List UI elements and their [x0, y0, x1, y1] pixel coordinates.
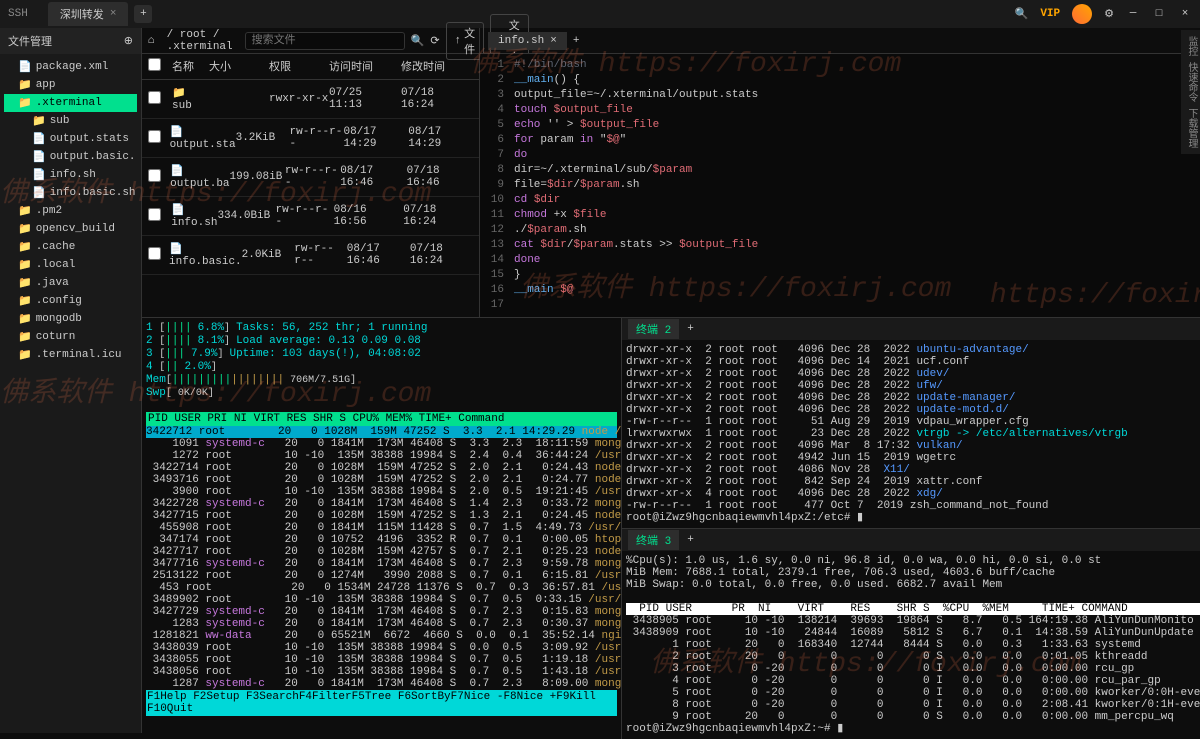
tree-item[interactable]: 📄 package.xml [4, 58, 137, 76]
titlebar: SSH 深圳转发 × + 🔍 VIP ⚙ ─ □ × [0, 0, 1200, 28]
sidebar-header: 文件管理 ⊕ [0, 28, 141, 54]
sidebar-title: 文件管理 [8, 33, 52, 49]
tree-item[interactable]: 📄 output.basic. [4, 148, 137, 166]
tree-item[interactable]: 📁 .local [4, 256, 137, 274]
tab-label: 深圳转发 [60, 6, 104, 22]
tree-item[interactable]: 📁 sub [4, 112, 137, 130]
select-all-checkbox[interactable] [148, 58, 161, 71]
tree-item[interactable]: 📁 app [4, 76, 137, 94]
code-area[interactable]: #!/bin/bash__main() { output_file=~/.xte… [510, 54, 762, 317]
tree-item[interactable]: 📁 coturn [4, 328, 137, 346]
col-mtime[interactable]: 修改时间 [401, 58, 473, 75]
file-list-panel: ⌂ / root / .xterminal 🔍 ⟳ ↑ 文件 ↑ 文件夹 名称 … [142, 28, 480, 317]
terminal-tab[interactable]: 终端 3 [628, 530, 679, 550]
tab-add-button[interactable]: + [573, 35, 580, 47]
tree-item[interactable]: 📁 .terminal.icu [4, 346, 137, 364]
file-row[interactable]: 📄 output.ba199.08iBrw-r--r--08/17 16:460… [142, 158, 479, 197]
tree-item[interactable]: 📁 .java [4, 274, 137, 292]
col-atime[interactable]: 访问时间 [329, 58, 401, 75]
file-row[interactable]: 📁 subrwxr-xr-x07/25 11:1307/18 16:24 [142, 80, 479, 119]
home-icon[interactable]: ⌂ [148, 35, 155, 47]
tree-item[interactable]: 📁 .pm2 [4, 202, 137, 220]
col-size[interactable]: 大小 [209, 58, 269, 75]
search-icon[interactable]: 🔍 [1015, 7, 1029, 21]
editor-tab[interactable]: info.sh × [488, 32, 567, 50]
code-editor-panel: info.sh × + ⋯ 1234567891011121314151617 … [480, 28, 1200, 317]
terminal-htop[interactable]: 1 [|||| 6.8%] Tasks: 56, 252 thr; 1 runn… [142, 318, 622, 739]
file-row[interactable]: 📄 output.sta3.2KiBrw-r--r--08/17 14:2908… [142, 119, 479, 158]
file-row[interactable]: 📄 info.sh334.0BiBrw-r--r--08/16 16:5607/… [142, 197, 479, 236]
tree-item[interactable]: 📁 mongodb [4, 310, 137, 328]
search-icon[interactable]: 🔍 [411, 34, 425, 48]
tab-add-button[interactable]: + [687, 534, 694, 546]
avatar[interactable] [1072, 4, 1092, 24]
tree-item[interactable]: 📄 info.sh [4, 166, 137, 184]
file-tree-sidebar: 文件管理 ⊕ 📄 package.xml📁 app📁 .xterminal📁 s… [0, 28, 142, 733]
tree-item[interactable]: 📁 .cache [4, 238, 137, 256]
side-tabs[interactable]: 监控 快速命令 下载管理 [1181, 30, 1200, 154]
maximize-icon[interactable]: □ [1152, 7, 1166, 21]
close-icon[interactable]: × [110, 8, 117, 20]
file-row[interactable]: 📄 info.basic.2.0KiBrw-r--r--08/17 16:460… [142, 236, 479, 275]
app-name: SSH [8, 8, 28, 20]
terminal-tab[interactable]: 终端 2 [628, 319, 679, 339]
tab-add-button[interactable]: + [687, 323, 694, 335]
tree-item[interactable]: 📄 output.stats [4, 130, 137, 148]
terminal-3[interactable]: 终端 3 + %Cpu(s): 1.0 us, 1.6 sy, 0.0 ni, … [622, 529, 1200, 739]
close-icon[interactable]: × [550, 35, 557, 47]
editor-tab-label: info.sh [498, 35, 544, 47]
tree: 📄 package.xml📁 app📁 .xterminal📁 sub📄 out… [0, 54, 141, 368]
tree-item[interactable]: 📄 info.basic.sh [4, 184, 137, 202]
add-icon[interactable]: ⊕ [124, 34, 133, 48]
settings-icon[interactable]: ⚙ [1104, 7, 1114, 21]
search-input[interactable] [245, 32, 405, 50]
col-name[interactable]: 名称 [172, 58, 209, 75]
close-window-icon[interactable]: × [1178, 7, 1192, 21]
refresh-icon[interactable]: ⟳ [430, 34, 439, 48]
line-gutter: 1234567891011121314151617 [480, 54, 510, 317]
minimize-icon[interactable]: ─ [1126, 7, 1140, 21]
breadcrumb[interactable]: / root / .xterminal [161, 27, 239, 55]
terminal-2[interactable]: 终端 2 + ⛶ × drwxr-xr-x 2 root root 4096 D… [622, 318, 1200, 529]
tree-item[interactable]: 📁 .config [4, 292, 137, 310]
vip-badge[interactable]: VIP [1040, 8, 1060, 20]
tree-item[interactable]: 📁 opencv_build [4, 220, 137, 238]
col-perm[interactable]: 权限 [269, 58, 329, 75]
tab-add-button[interactable]: + [134, 5, 152, 23]
tab-active[interactable]: 深圳转发 × [48, 2, 129, 26]
tree-item[interactable]: 📁 .xterminal [4, 94, 137, 112]
